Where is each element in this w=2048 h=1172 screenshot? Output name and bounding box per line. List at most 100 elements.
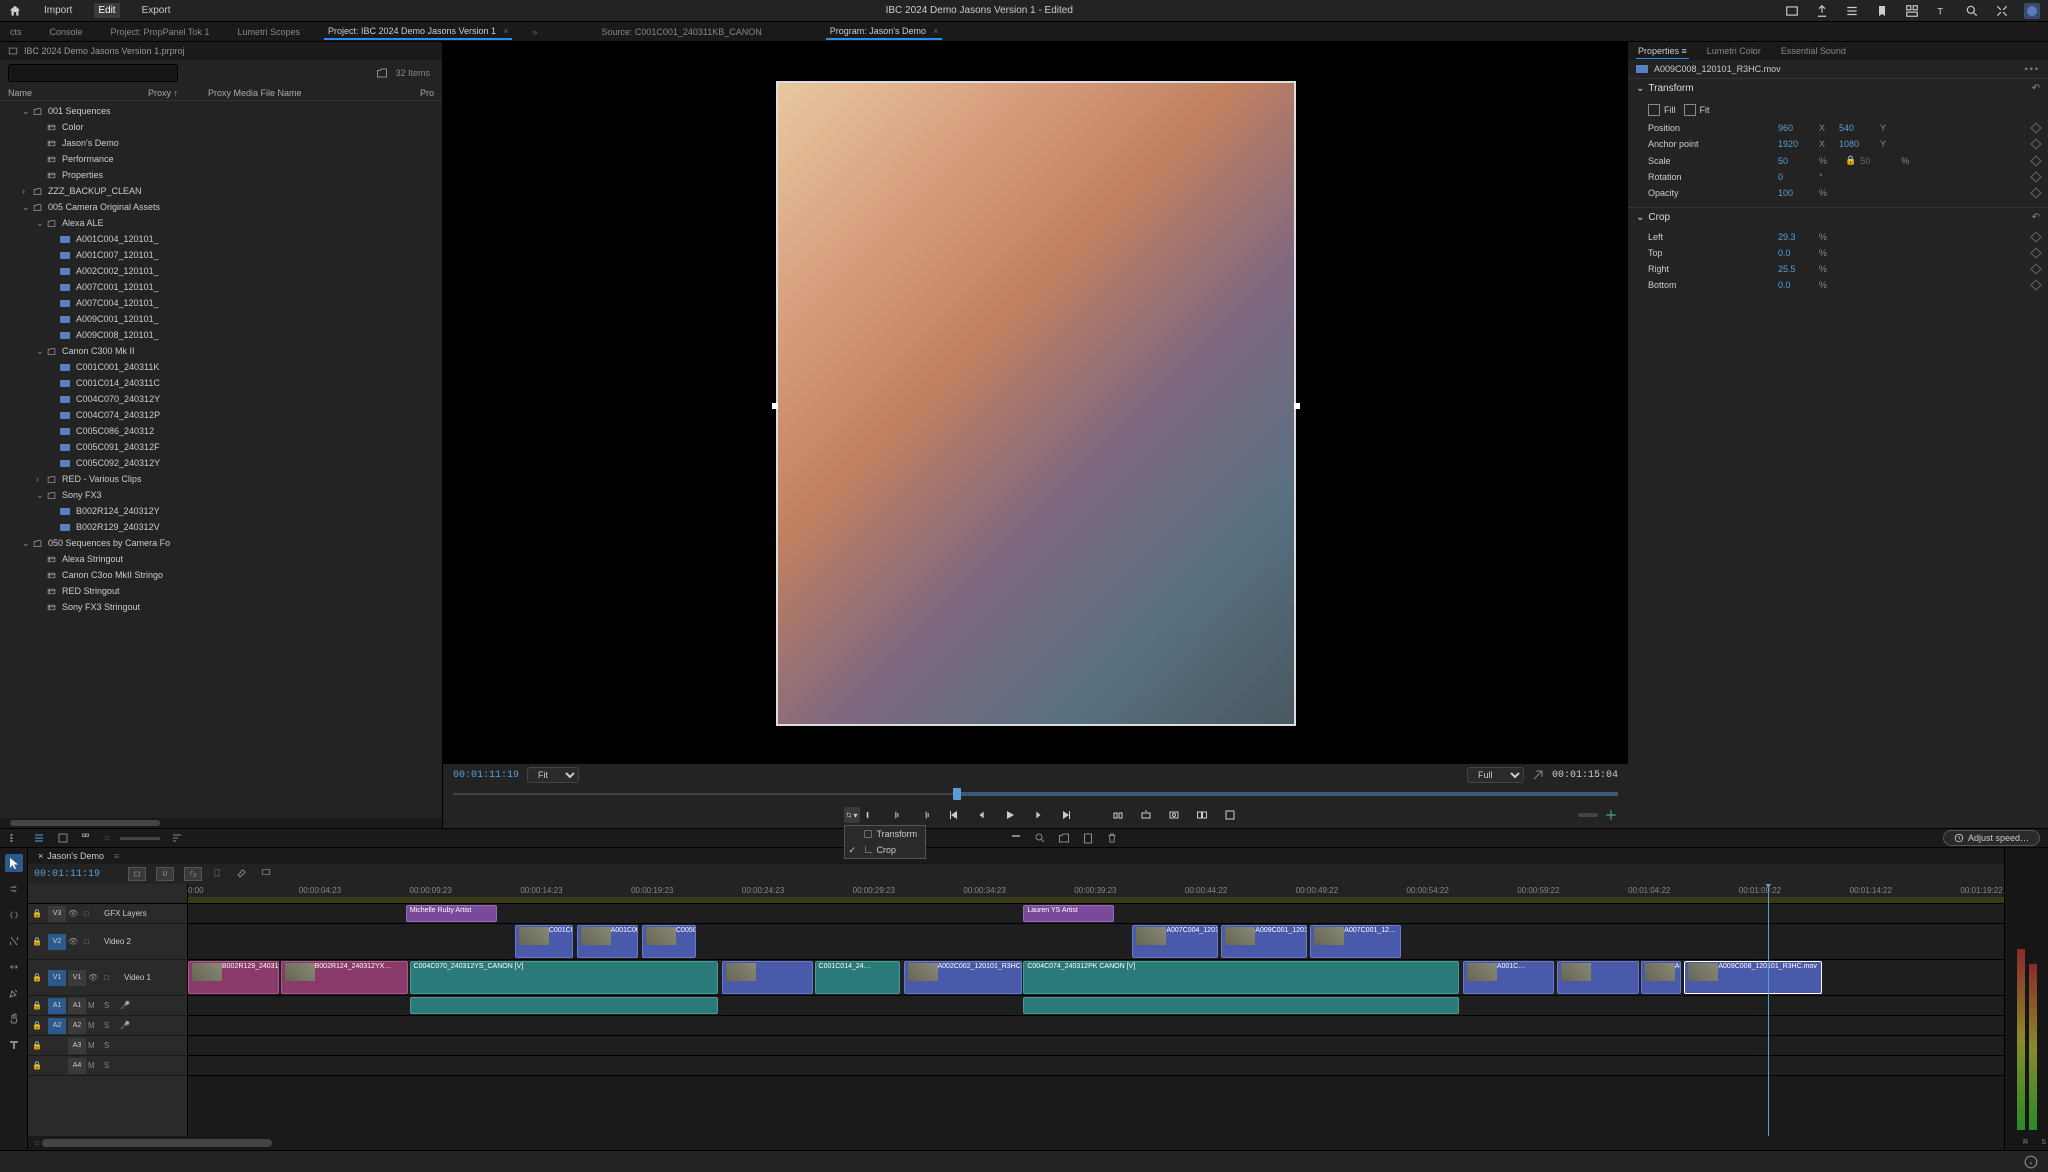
tree-item[interactable]: A001C007_120101_	[0, 247, 442, 263]
transform-header[interactable]: ⌄Transform ↶	[1628, 79, 2048, 98]
tree-item[interactable]: Jason's Demo	[0, 135, 442, 151]
a2-lock[interactable]: 🔒	[32, 1021, 46, 1030]
scale-value[interactable]: 50	[1778, 156, 1818, 166]
timeline-sequence-tab[interactable]: × Jason's Demo	[38, 851, 104, 861]
linked-toggle[interactable]	[184, 867, 202, 881]
compare-icon[interactable]	[1194, 807, 1210, 823]
tree-item[interactable]: C004C074_240312P	[0, 407, 442, 423]
tree-item[interactable]: ⌄Alexa ALE	[0, 215, 442, 231]
position-keyframe[interactable]	[2030, 122, 2041, 133]
timeline-clip[interactable]: A001C…	[1463, 961, 1554, 994]
pen-tool[interactable]	[5, 984, 23, 1002]
tree-item[interactable]: ⌄050 Sequences by Camera Fo	[0, 535, 442, 551]
a2-mute[interactable]: M	[88, 1021, 102, 1030]
tree-item[interactable]: C001C001_240311K	[0, 359, 442, 375]
col-proxy[interactable]: Proxy ↑	[148, 88, 208, 98]
mark-out-icon[interactable]	[890, 807, 906, 823]
program-scrubber[interactable]	[443, 786, 1628, 802]
prev-frame-icon[interactable]	[974, 807, 990, 823]
scale-keyframe[interactable]	[2030, 155, 2041, 166]
v1-eye[interactable]: 👁	[88, 973, 102, 982]
a1-src[interactable]: A1	[48, 998, 66, 1014]
delete-icon[interactable]	[1105, 831, 1119, 845]
settings-wrench-icon[interactable]	[236, 867, 250, 881]
ws-console[interactable]: Console	[46, 25, 87, 39]
a2-src[interactable]: A2	[48, 1018, 66, 1034]
timeline-clip[interactable]: C004C070_240312YS_CANON [V]	[410, 961, 719, 994]
view-list-icon[interactable]	[8, 831, 22, 845]
timeline-clip[interactable]: A009C001_120101_R…	[1221, 925, 1306, 958]
ws-project[interactable]: Project: IBC 2024 Demo Jasons Version 1×	[324, 24, 512, 40]
tree-item[interactable]: A001C004_120101_	[0, 231, 442, 247]
v1-src[interactable]: V1	[48, 970, 66, 986]
scrub-playhead[interactable]	[953, 788, 961, 800]
v1-lock[interactable]: 🔒	[32, 973, 46, 982]
timeline-clip[interactable]: C001C014_24…	[815, 961, 900, 994]
tree-item[interactable]: B002R129_240312V	[0, 519, 442, 535]
project-search-input[interactable]	[8, 64, 178, 82]
transform-reset-icon[interactable]: ↶	[2032, 83, 2040, 94]
timeline-clip[interactable]: C001C004_120101_R3HC…	[515, 925, 573, 958]
tree-item[interactable]: Alexa Stringout	[0, 551, 442, 567]
hand-tool[interactable]	[5, 1010, 23, 1028]
crop-left-keyframe[interactable]	[2030, 231, 2041, 242]
play-icon[interactable]	[1002, 807, 1018, 823]
tree-item[interactable]: A009C008_120101_	[0, 327, 442, 343]
tree-item[interactable]: B002R124_240312Y	[0, 503, 442, 519]
position-x[interactable]: 960	[1778, 123, 1818, 133]
crop-reset-icon[interactable]: ↶	[2032, 212, 2040, 223]
tree-item[interactable]: A007C001_120101_	[0, 279, 442, 295]
rotation-keyframe[interactable]	[2030, 171, 2041, 182]
fullscreen-icon[interactable]	[1994, 3, 2010, 19]
new-bin-icon[interactable]	[375, 67, 389, 79]
timeline-clip[interactable]: A007C001_12…	[1310, 925, 1401, 958]
timeline-clip[interactable]: B002R124_240312YX…	[281, 961, 408, 994]
tab-lumetri[interactable]: Lumetri Color	[1705, 44, 1763, 58]
text-icon[interactable]: T	[1934, 3, 1950, 19]
tree-item[interactable]: C005C086_240312	[0, 423, 442, 439]
timeline-clip[interactable]: A009…	[1641, 961, 1681, 994]
zoom-slider[interactable]	[1578, 813, 1598, 817]
timeline-clip[interactable]: A001C007_120101_…	[577, 925, 639, 958]
automate-icon[interactable]	[170, 831, 184, 845]
col-media[interactable]: Proxy Media File Name	[208, 88, 420, 98]
crop-top-value[interactable]: 0.0	[1778, 248, 1818, 258]
ws-source[interactable]: Source: C001C001_240311KB_CANON	[597, 25, 765, 39]
nest-toggle[interactable]	[128, 867, 146, 881]
timeline-clip[interactable]: A009C008_120101_R3HC.mov	[1684, 961, 1822, 994]
crop-tool-dropdown[interactable]: ▾ Transform ✓Crop	[844, 807, 860, 823]
tree-item[interactable]: ⌄001 Sequences	[0, 103, 442, 119]
crop-left-value[interactable]: 29.3	[1778, 232, 1818, 242]
resolution-dropdown[interactable]: Full	[1467, 767, 1524, 783]
v1-target[interactable]: V1	[68, 970, 86, 986]
tree-item[interactable]: ›ZZZ_BACKUP_CLEAN	[0, 183, 442, 199]
tree-item[interactable]: C004C070_240312Y	[0, 391, 442, 407]
timeline-clip[interactable]	[722, 961, 813, 994]
list-icon[interactable]	[1844, 3, 1860, 19]
new-bin2-icon[interactable]	[1081, 831, 1095, 845]
zoom-icon[interactable]	[1033, 831, 1047, 845]
tree-item[interactable]: RED Stringout	[0, 583, 442, 599]
export-frame-icon[interactable]	[1166, 807, 1182, 823]
home-icon[interactable]	[8, 4, 22, 18]
timeline-timecode[interactable]: 00:01:11:19	[34, 869, 100, 880]
a1-target[interactable]: A1	[68, 998, 86, 1014]
a1-solo[interactable]: S	[104, 1001, 118, 1010]
v3-eye[interactable]: 👁	[68, 909, 82, 918]
tab-essential-sound[interactable]: Essential Sound	[1779, 44, 1848, 58]
timeline-clip[interactable]: C005C…	[642, 925, 696, 958]
current-timecode[interactable]: 00:01:11:19	[453, 770, 519, 781]
menu-export[interactable]: Export	[138, 3, 175, 18]
v2-lock[interactable]: 🔒	[32, 937, 46, 946]
timeline-clip[interactable]: Lauren YS Artist	[1023, 905, 1114, 922]
timeline-ruler[interactable]: 0:0000:00:04:2300:00:09:2300:00:14:2300:…	[188, 884, 2004, 904]
ripple-tool[interactable]	[5, 906, 23, 924]
a1-lock[interactable]: 🔒	[32, 1001, 46, 1010]
adjust-speed-button[interactable]: Adjust speed…	[1943, 830, 2040, 846]
crop-right-keyframe[interactable]	[2030, 263, 2041, 274]
tree-item[interactable]: ⌄Canon C300 Mk II	[0, 343, 442, 359]
tree-item[interactable]: ›RED - Various Clips	[0, 471, 442, 487]
lift-icon[interactable]	[1110, 807, 1126, 823]
timeline-clip[interactable]: Michelle Ruby Artist	[406, 905, 497, 922]
step-back-icon[interactable]	[946, 807, 962, 823]
